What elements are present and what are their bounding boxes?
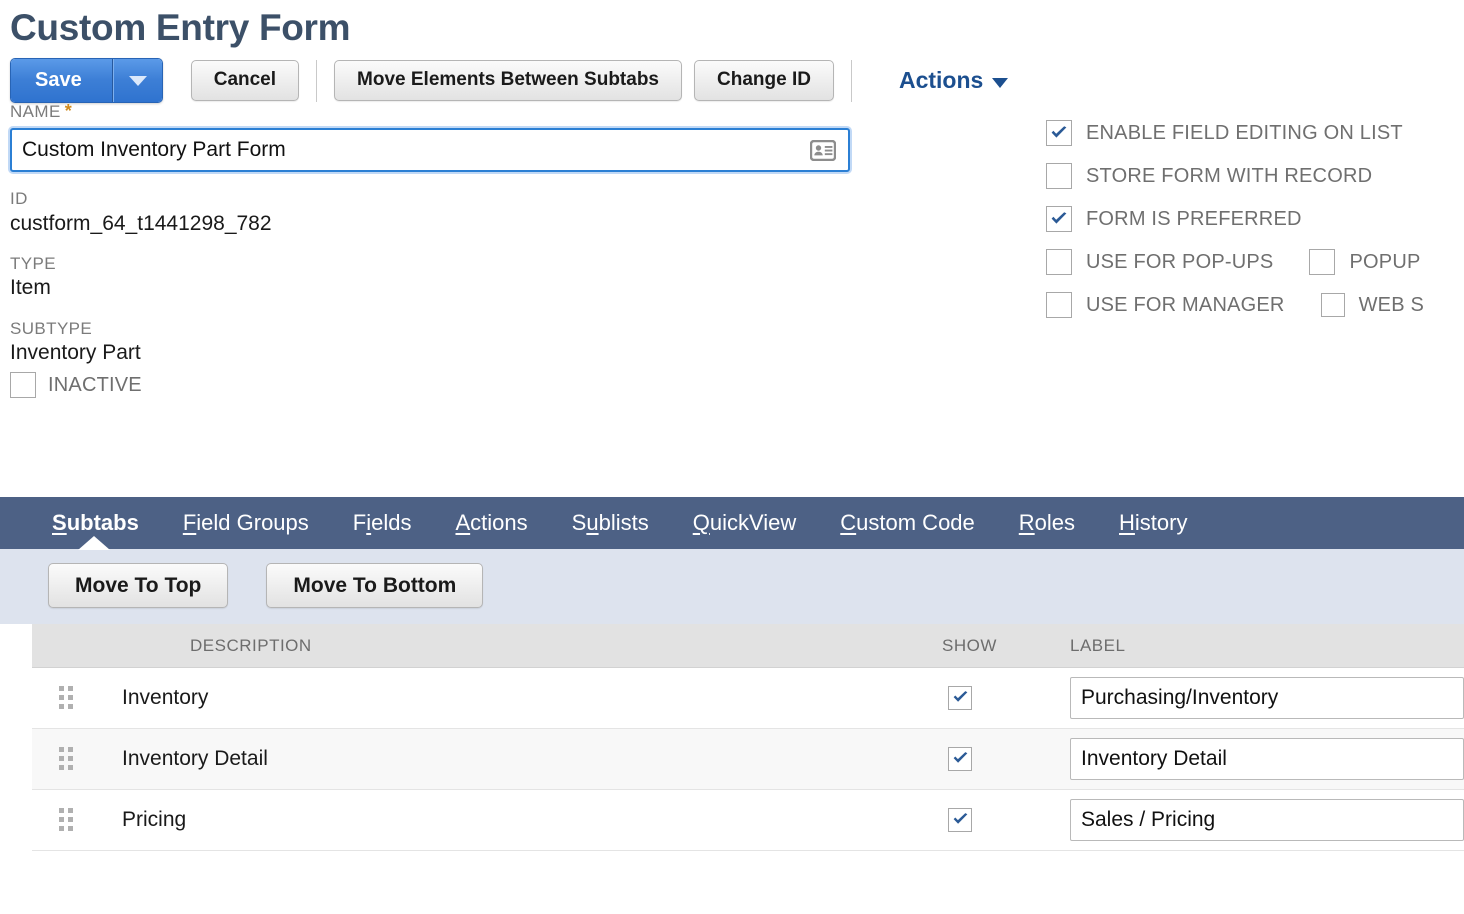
tab-subtabs[interactable]: Subtabs <box>30 512 161 534</box>
page-title: Custom Entry Form <box>0 0 1464 49</box>
cancel-button[interactable]: Cancel <box>191 60 299 101</box>
name-input[interactable] <box>12 130 810 170</box>
row-description-cell: Inventory Detail <box>100 728 920 789</box>
row-description-cell: Inventory <box>100 667 920 728</box>
checkbox[interactable] <box>1321 293 1345 317</box>
move-to-bottom-button[interactable]: Move To Bottom <box>266 563 483 608</box>
option-label: USE FOR MANAGER <box>1086 294 1285 317</box>
row-label-input[interactable] <box>1070 738 1464 780</box>
row-show-cell[interactable] <box>920 667 1048 728</box>
change-id-button[interactable]: Change ID <box>694 60 834 101</box>
row-drag-cell[interactable] <box>32 667 100 728</box>
show-checkbox[interactable] <box>948 686 972 710</box>
move-elements-between-subtabs-button[interactable]: Move Elements Between Subtabs <box>334 60 682 101</box>
subtabs-table: DESCRIPTION SHOW LABEL Inventory <box>32 624 1464 851</box>
option-label: FORM IS PREFERRED <box>1086 208 1302 231</box>
option-label: STORE FORM WITH RECORD <box>1086 165 1372 188</box>
checkbox[interactable] <box>1309 249 1335 275</box>
check-icon <box>952 813 969 826</box>
option-web-store[interactable]: WEB S <box>1321 293 1424 317</box>
table-row[interactable]: Inventory <box>32 667 1464 728</box>
option-popup[interactable]: POPUP <box>1309 249 1420 275</box>
check-icon <box>1050 212 1068 226</box>
inactive-checkbox[interactable] <box>10 372 36 398</box>
checkbox[interactable] <box>1046 206 1072 232</box>
move-to-top-button[interactable]: Move To Top <box>48 563 228 608</box>
drag-handle-icon[interactable] <box>59 747 100 770</box>
row-description-cell: Pricing <box>100 789 920 850</box>
option-form-is-preferred[interactable]: FORM IS PREFERRED <box>1046 198 1464 241</box>
checkbox[interactable] <box>1046 249 1072 275</box>
save-button-group[interactable]: Save <box>10 58 163 103</box>
row-drag-cell[interactable] <box>32 789 100 850</box>
required-marker: * <box>65 101 72 121</box>
checkbox[interactable] <box>1046 292 1072 318</box>
table-row[interactable]: Pricing <box>32 789 1464 850</box>
subtab-toolbar: Move To Top Move To Bottom <box>0 549 1464 624</box>
inactive-checkbox-row[interactable]: INACTIVE <box>0 372 1464 398</box>
form-fields-area: NAME* ID custform_64_t1441298_782 TYPE I… <box>0 101 1464 497</box>
check-icon <box>952 752 969 765</box>
option-label: POPUP <box>1349 251 1420 274</box>
drag-handle-icon[interactable] <box>59 808 100 831</box>
row-label-input[interactable] <box>1070 677 1464 719</box>
row-show-cell[interactable] <box>920 728 1048 789</box>
table-header-row: DESCRIPTION SHOW LABEL <box>32 624 1464 668</box>
id-card-icon[interactable] <box>810 140 836 161</box>
row-description: Pricing <box>100 808 186 831</box>
option-label: USE FOR POP-UPS <box>1086 251 1273 274</box>
table-row[interactable]: Inventory Detail <box>32 728 1464 789</box>
row-description: Inventory Detail <box>100 747 268 770</box>
option-enable-field-editing-on-list[interactable]: ENABLE FIELD EDITING ON LIST <box>1046 112 1464 155</box>
tab-history[interactable]: History <box>1097 512 1209 534</box>
form-options-panel: ENABLE FIELD EDITING ON LIST STORE FORM … <box>1046 112 1464 327</box>
save-dropdown-button[interactable] <box>113 59 162 102</box>
caret-down-icon <box>992 78 1008 88</box>
tab-strip: Subtabs Field Groups Fields Actions Subl… <box>0 497 1464 549</box>
column-header-show: SHOW <box>920 624 1048 668</box>
actions-menu-label: Actions <box>899 67 983 94</box>
row-label-cell[interactable] <box>1048 667 1464 728</box>
toolbar-divider <box>851 60 852 102</box>
tab-roles[interactable]: Roles <box>997 512 1097 534</box>
row-description: Inventory <box>100 686 208 709</box>
row-show-cell[interactable] <box>920 789 1048 850</box>
drag-handle-icon[interactable] <box>59 686 100 709</box>
row-drag-cell[interactable] <box>32 728 100 789</box>
checkbox[interactable] <box>1046 120 1072 146</box>
option-label: ENABLE FIELD EDITING ON LIST <box>1086 122 1403 145</box>
show-checkbox[interactable] <box>948 808 972 832</box>
subtabs-table-container: DESCRIPTION SHOW LABEL Inventory <box>0 624 1464 851</box>
active-tab-pointer <box>78 536 110 550</box>
column-header-description: DESCRIPTION <box>100 624 920 668</box>
actions-menu-button[interactable]: Actions <box>899 67 1008 94</box>
inactive-checkbox-label: INACTIVE <box>48 374 142 397</box>
subtype-field-value: Inventory Part <box>0 339 1464 366</box>
checkbox[interactable] <box>1046 163 1072 189</box>
tab-actions[interactable]: Actions <box>433 512 549 534</box>
toolbar-divider <box>316 60 317 102</box>
caret-down-icon <box>129 76 147 86</box>
name-input-wrapper[interactable] <box>10 128 850 172</box>
tab-field-groups[interactable]: Field Groups <box>161 512 331 534</box>
tab-custom-code[interactable]: Custom Code <box>818 512 997 534</box>
option-label: WEB S <box>1359 294 1424 317</box>
tab-quickview[interactable]: QuickView <box>671 512 819 534</box>
row-label-cell[interactable] <box>1048 728 1464 789</box>
column-header-label: LABEL <box>1048 624 1464 668</box>
save-button[interactable]: Save <box>11 59 113 102</box>
row-label-cell[interactable] <box>1048 789 1464 850</box>
check-icon <box>1050 126 1068 140</box>
check-icon <box>952 691 969 704</box>
column-header-handle <box>32 624 100 668</box>
option-use-for-pop-ups[interactable]: USE FOR POP-UPS POPUP <box>1046 241 1464 284</box>
tab-fields[interactable]: Fields <box>331 512 434 534</box>
option-use-for-manager[interactable]: USE FOR MANAGER WEB S <box>1046 284 1464 327</box>
primary-toolbar: Save Cancel Move Elements Between Subtab… <box>0 49 1464 101</box>
option-store-form-with-record[interactable]: STORE FORM WITH RECORD <box>1046 155 1464 198</box>
show-checkbox[interactable] <box>948 747 972 771</box>
row-label-input[interactable] <box>1070 799 1464 841</box>
tab-sublists[interactable]: Sublists <box>550 512 671 534</box>
